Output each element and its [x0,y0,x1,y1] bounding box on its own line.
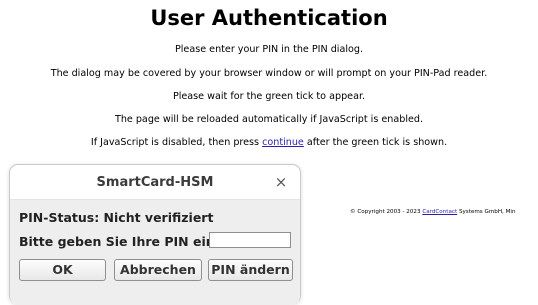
pin-prompt-label: Bitte geben Sie Ihre PIN ein [19,234,215,249]
instruction-text-5-end: after the green tick is shown. [303,137,448,148]
copyright-suffix: Systems GmbH, Min [457,209,516,215]
cancel-button[interactable]: Abbrechen [114,259,202,281]
instruction-text-2: The dialog may be covered by your browse… [50,68,488,79]
copyright-prefix: © Copyright 2003 - 2023 [350,209,423,215]
continue-link[interactable]: continue [262,137,304,148]
change-pin-button[interactable]: PIN ändern [208,259,293,281]
cardcontact-link[interactable]: CardContact [422,209,457,215]
copyright-text: © Copyright 2003 - 2023 CardContact Syst… [350,209,516,215]
instruction-text-5-start: If JavaScript is disabled, then press [90,137,263,148]
pin-input[interactable] [209,232,291,248]
ok-button[interactable]: OK [19,259,106,281]
page-title: User Authentication [150,6,388,30]
pin-status-label: PIN-Status: Nicht verifiziert [19,210,214,225]
dialog-titlebar[interactable]: SmartCard-HSM [10,165,300,199]
pin-dialog: SmartCard-HSM × PIN-Status: Nicht verifi… [9,164,301,305]
instruction-text-4: The page will be reloaded automatically … [114,114,424,125]
dialog-title: SmartCard-HSM [96,175,214,190]
instruction-text-1: Please enter your PIN in the PIN dialog. [174,44,364,55]
instruction-text-5: If JavaScript is disabled, then press co… [0,137,538,148]
dialog-body: PIN-Status: Nicht verifiziert Bitte gebe… [10,200,300,305]
close-icon[interactable]: × [272,173,290,191]
instruction-text-3: Please wait for the green tick to appear… [172,91,366,102]
